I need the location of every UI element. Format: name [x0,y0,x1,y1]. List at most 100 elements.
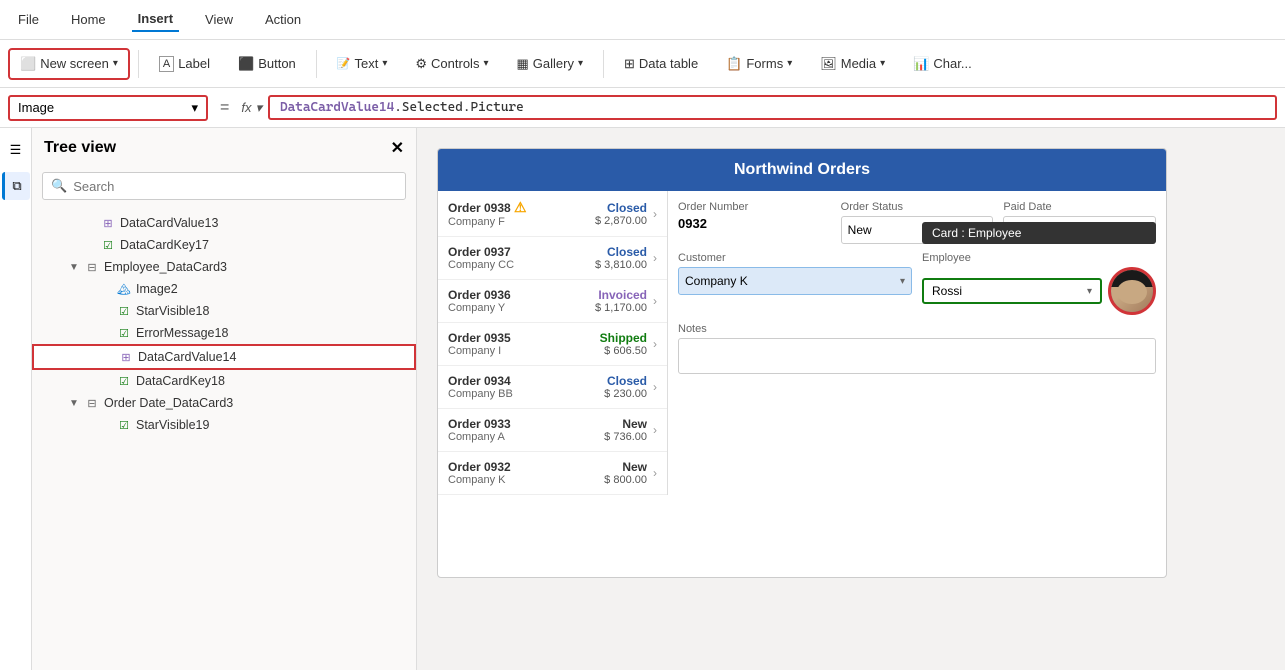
order-item-0933[interactable]: Order 0933 Company A New $ 736.00 › [438,409,667,452]
tree-label-datacardkey18: DataCardKey18 [136,374,225,388]
employee-label: Employee [922,252,1156,264]
text-button[interactable]: 📝 Text ▾ [325,48,400,79]
tree-label-starvisible18: StarVisible18 [136,304,209,318]
search-icon: 🔍 [51,178,67,194]
charts-button[interactable]: 📊 Char... [901,48,983,80]
customer-dropdown[interactable]: Company K ▾ [678,267,912,295]
name-box-value: Image [18,100,54,115]
menu-action[interactable]: Action [259,8,307,31]
order-chevron-0937: › [653,251,657,265]
new-screen-button[interactable]: ⬜ New screen ▾ [8,48,130,80]
tree-item-starvisible18[interactable]: ☑ StarVisible18 [32,300,416,322]
employee-field-row: Rossi ▾ [922,267,1156,315]
order-item-0938[interactable]: Order 0938 ⚠ Company F Closed $ 2,870.00… [438,191,667,237]
tree-close-icon[interactable]: ✕ [391,138,404,158]
separator-3 [603,50,604,78]
order-chevron-0935: › [653,337,657,351]
image-icon: 🏔 [116,281,132,297]
media-button[interactable]: 🖼 Media ▾ [808,48,897,80]
employee-dropdown[interactable]: Rossi ▾ [922,278,1102,304]
search-box[interactable]: 🔍 [42,172,406,200]
data-table-button[interactable]: ⊞ Data table [612,48,710,80]
order-number-field: Order Number 0932 [678,201,831,244]
expand-icon[interactable]: ▼ [68,262,80,273]
forms-icon: 📋 [726,56,742,72]
order-status-0933: New [604,417,647,431]
order-status-0934: Closed [604,374,647,388]
tree-item-errormessage18[interactable]: ☑ ErrorMessage18 [32,322,416,344]
tree-label-starvisible19: StarVisible19 [136,418,209,432]
formula-bar: Image ▾ = fx ▾ DataCardValue14.Selected.… [0,88,1285,128]
order-num-0938: Order 0938 ⚠ [448,199,595,216]
order-item-0932[interactable]: Order 0932 Company K New $ 800.00 › [438,452,667,495]
order-item-0935[interactable]: Order 0935 Company I Shipped $ 606.50 › [438,323,667,366]
warning-icon-0938: ⚠ [514,199,527,215]
tree-label-datacardvalue14: DataCardValue14 [138,350,236,364]
left-icon-panel: ☰ ⧉ [0,128,32,670]
order-chevron-0932: › [653,466,657,480]
tree-label-errormessage18: ErrorMessage18 [136,326,228,340]
order-num-0937: Order 0937 [448,245,595,259]
customer-value: Company K [685,274,748,288]
check-icon: ☑ [116,417,132,433]
name-box[interactable]: Image ▾ [8,95,208,121]
menu-view[interactable]: View [199,8,239,31]
order-item-0936[interactable]: Order 0936 Company Y Invoiced $ 1,170.00… [438,280,667,323]
button-button[interactable]: ⬛ Button [226,48,308,80]
controls-icon: ⚙ [415,56,427,72]
tree-item-datacardkey17[interactable]: ☑ DataCardKey17 [32,234,416,256]
tree-item-datacardvalue14[interactable]: ⊞ DataCardValue14 [32,344,416,370]
field-icon: ⊞ [118,349,134,365]
order-company-0934: Company BB [448,388,604,400]
expand-icon[interactable]: ▼ [68,398,80,409]
hamburger-menu-icon[interactable]: ☰ [2,136,30,164]
tree-item-starvisible19[interactable]: ☑ StarVisible19 [32,414,416,436]
employee-avatar [1111,269,1153,313]
menu-file[interactable]: File [12,8,45,31]
order-num-0932: Order 0932 [448,460,604,474]
layers-icon[interactable]: ⧉ [2,172,30,200]
gallery-button[interactable]: ▦ Gallery ▾ [504,48,595,80]
tree-item-employee-datacard3[interactable]: ▼ ⊟ Employee_DataCard3 [32,256,416,278]
tree-item-datacardkey18[interactable]: ☑ DataCardKey18 [32,370,416,392]
order-right-0932: New $ 800.00 [604,460,647,486]
tree-search-container: 🔍 [32,168,416,208]
order-info-0935: Order 0935 Company I [448,331,600,357]
forms-button[interactable]: 📋 Forms ▾ [714,48,804,80]
separator-2 [316,50,317,78]
fx-button[interactable]: fx ▾ [241,100,262,116]
order-amount-0937: $ 3,810.00 [595,259,647,271]
tree-item-image2[interactable]: 🏔 Image2 [32,278,416,300]
customer-chevron-icon: ▾ [900,276,905,287]
label-button[interactable]: A Label [147,48,222,80]
notes-input[interactable] [678,338,1156,374]
tree-item-orderdate-datacard3[interactable]: ▼ ⊟ Order Date_DataCard3 [32,392,416,414]
order-amount-0934: $ 230.00 [604,388,647,400]
formula-input[interactable]: DataCardValue14.Selected.Picture [268,95,1277,120]
order-item-0934[interactable]: Order 0934 Company BB Closed $ 230.00 › [438,366,667,409]
order-company-0935: Company I [448,345,600,357]
order-num-0935: Order 0935 [448,331,600,345]
controls-button[interactable]: ⚙ Controls ▾ [403,48,500,80]
order-company-0938: Company F [448,216,595,228]
search-input[interactable] [73,179,397,194]
tree-item-datacardvalue13[interactable]: ⊞ DataCardValue13 [32,212,416,234]
order-chevron-0933: › [653,423,657,437]
order-status-0936: Invoiced [595,288,647,302]
menu-home[interactable]: Home [65,8,112,31]
menu-bar: File Home Insert View Action [0,0,1285,40]
order-right-0936: Invoiced $ 1,170.00 [595,288,647,314]
check-icon: ☑ [116,373,132,389]
order-status-0932: New [604,460,647,474]
check-icon: ☑ [116,303,132,319]
order-info-0936: Order 0936 Company Y [448,288,595,314]
gallery-icon: ▦ [516,56,528,72]
order-status-0937: Closed [595,245,647,259]
field-icon: ⊞ [100,215,116,231]
order-item-0937[interactable]: Order 0937 Company CC Closed $ 3,810.00 … [438,237,667,280]
media-chevron-icon: ▾ [880,58,885,69]
name-box-chevron-icon: ▾ [191,100,198,116]
menu-insert[interactable]: Insert [132,7,179,32]
order-status-value: New [848,223,872,237]
new-screen-label: New screen [40,56,109,71]
